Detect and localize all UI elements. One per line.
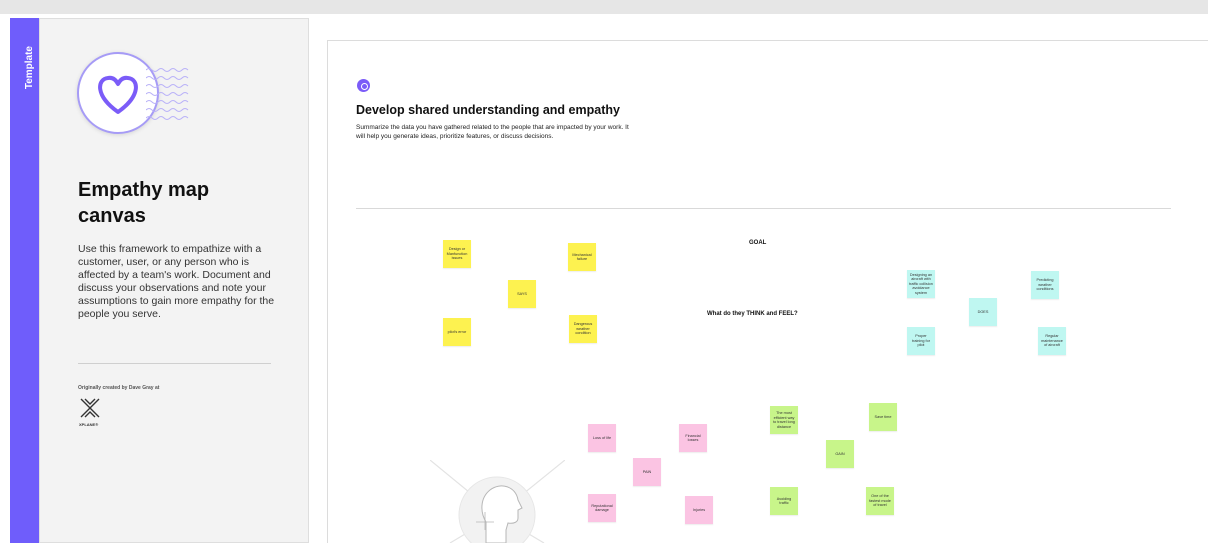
sticky-note[interactable]: Loss of life	[588, 424, 616, 452]
sticky-note-does[interactable]: DOES	[969, 298, 997, 326]
sticky-note[interactable]: The most efficient way to travel long di…	[770, 406, 798, 434]
sticky-note[interactable]: pilot's error	[443, 318, 471, 346]
sticky-note[interactable]: Designing an aircraft with traffic colli…	[907, 270, 935, 298]
sticky-note[interactable]: Predicting weather conditions	[1031, 271, 1059, 299]
sticky-note[interactable]: Reputational damage	[588, 494, 616, 522]
sticky-note-pain[interactable]: PAIN	[633, 458, 661, 486]
sticky-note-says[interactable]: SAYS	[508, 280, 536, 308]
wave-lines-decoration	[146, 68, 189, 120]
sticky-note[interactable]: Injuries	[685, 496, 713, 524]
board-title: Develop shared understanding and empathy	[356, 103, 620, 117]
goal-label: GOAL	[749, 240, 767, 246]
panel-divider	[78, 363, 271, 364]
template-tab[interactable]: Template	[10, 18, 39, 543]
section-marker-icon	[357, 79, 370, 92]
think-feel-label: What do they THINK and FEEL?	[707, 311, 798, 317]
xplane-logo-icon[interactable]	[78, 396, 102, 420]
sticky-note[interactable]: Regular maintenance of aircraft	[1038, 327, 1066, 355]
top-bar	[0, 0, 1208, 14]
sticky-note-gain[interactable]: GAIN	[826, 440, 854, 468]
template-title: Empathy map canvas	[78, 179, 210, 227]
sticky-note[interactable]: Save time	[869, 403, 897, 431]
head-silhouette-icon	[430, 460, 565, 543]
board-divider	[356, 208, 1171, 209]
sticky-note[interactable]: One of the fastest mode of travel	[866, 487, 894, 515]
sticky-note[interactable]: Financial losses	[679, 424, 707, 452]
sticky-note[interactable]: Dangerous weather condition	[569, 315, 597, 343]
sticky-note[interactable]: Avoiding traffic	[770, 487, 798, 515]
template-description: Use this framework to empathize with a c…	[78, 243, 275, 320]
template-tab-label: Template	[24, 46, 35, 90]
sticky-note[interactable]: Design or Manfunction issues	[443, 240, 471, 268]
xplane-logo-text: XPLANE®	[79, 422, 99, 427]
sticky-note[interactable]: Mechanical failure	[568, 243, 596, 271]
board-description: Summarize the data you have gathered rel…	[356, 124, 629, 140]
sticky-note[interactable]: Proper training for pilot	[907, 327, 935, 355]
credit-text: Originally created by Dave Gray at	[78, 385, 160, 391]
